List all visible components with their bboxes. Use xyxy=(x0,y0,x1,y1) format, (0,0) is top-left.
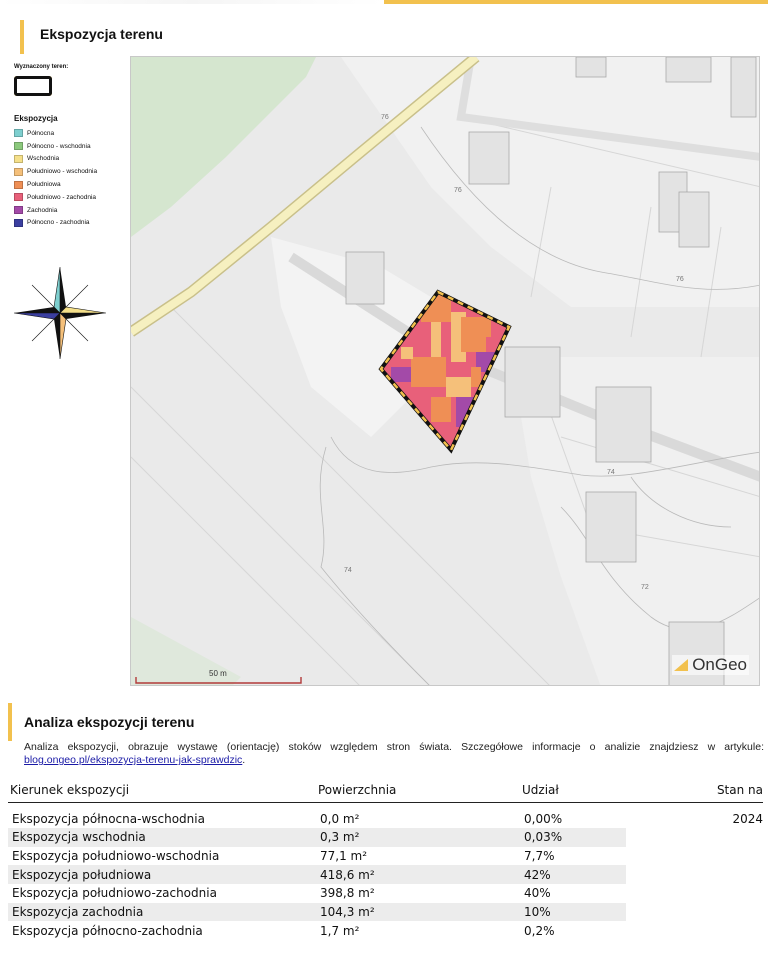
cell-share: 0,00% xyxy=(524,812,563,827)
cell-date xyxy=(626,865,763,884)
table-row: Ekspozycja wschodnia 0,3 m² 0,03% xyxy=(8,828,763,847)
cell-share: 10% xyxy=(520,902,626,922)
table-row: Ekspozycja północna-wschodnia 0,0 m² 0,0… xyxy=(8,802,763,828)
legend-swatch xyxy=(14,206,23,215)
legend-title: Ekspozycja xyxy=(14,114,58,123)
section-description: Analiza ekspozycji, obrazuje wystawę (or… xyxy=(24,741,764,767)
legend-list: Północna Północno - wschodnia Wschodnia … xyxy=(14,127,124,229)
top-rule xyxy=(0,0,768,4)
legend-item: Północno - zachodnia xyxy=(14,217,124,230)
cell-share: 7,7% xyxy=(524,849,555,864)
column-header-date: Stan na xyxy=(626,778,763,803)
cell-date xyxy=(626,921,763,940)
cell-area: 0,3 m² xyxy=(316,828,520,847)
legend-item: Północna xyxy=(14,127,124,140)
table-row: Ekspozycja południowa 418,6 m² 42% xyxy=(8,865,763,885)
cell-share: 40% xyxy=(524,886,551,901)
legend-item-label: Południowo - zachodnia xyxy=(27,193,97,201)
table-header-row: Kierunek ekspozycji Powierzchnia Udział … xyxy=(8,778,763,803)
legend-item: Południowa xyxy=(14,178,124,191)
cell-area: 398,8 m² xyxy=(320,886,375,901)
column-header-area: Powierzchnia xyxy=(316,778,520,803)
exposure-map[interactable]: 76 76 76 74 74 72 50 m OnGeo xyxy=(130,56,760,686)
description-text: Analiza ekspozycji, obrazuje wystawę (or… xyxy=(24,741,764,753)
cell-area: 0,0 m² xyxy=(320,812,360,827)
cell-date xyxy=(626,847,763,866)
page-title: Ekspozycja terenu xyxy=(40,26,163,42)
legend-item: Wschodnia xyxy=(14,153,124,166)
cell-date xyxy=(626,903,763,922)
cell-date xyxy=(626,884,763,903)
column-header-direction: Kierunek ekspozycji xyxy=(8,778,316,803)
table-row: Ekspozycja zachodnia 104,3 m² 10% xyxy=(8,902,763,922)
area-legend-label: Wyznaczony teren: xyxy=(14,64,69,70)
legend-swatch xyxy=(14,154,23,163)
cell-direction: Ekspozycja południowa xyxy=(8,865,316,885)
legend-item-label: Południowa xyxy=(27,181,61,189)
legend-item: Północno - wschodnia xyxy=(14,140,124,153)
cell-area: 104,3 m² xyxy=(316,902,520,922)
title-accent-bar xyxy=(20,20,24,54)
legend-item-label: Zachodnia xyxy=(27,206,58,214)
road-label: 76 xyxy=(454,187,462,194)
cell-area: 77,1 m² xyxy=(320,849,368,864)
cell-direction: Ekspozycja zachodnia xyxy=(8,902,316,922)
cell-share: 42% xyxy=(520,865,626,885)
road-label: 76 xyxy=(676,276,684,283)
selected-area-symbol-icon xyxy=(14,76,52,96)
legend-item-label: Południowo - wschodnia xyxy=(27,168,98,176)
legend-swatch xyxy=(14,218,23,227)
legend-item-label: Wschodnia xyxy=(27,155,60,163)
exposure-table: Kierunek ekspozycji Powierzchnia Udział … xyxy=(8,778,763,940)
cell-direction: Ekspozycja północno-zachodnia xyxy=(12,923,203,938)
column-header-share: Udział xyxy=(520,778,626,803)
cell-direction: Ekspozycja południowo-wschodnia xyxy=(12,849,220,864)
article-link[interactable]: blog.ongeo.pl/ekspozycja-terenu-jak-spra… xyxy=(24,754,242,766)
map-canvas: 76 76 76 74 74 72 xyxy=(131,57,759,685)
cell-direction: Ekspozycja wschodnia xyxy=(8,828,316,847)
legend-item: Południowo - zachodnia xyxy=(14,191,124,204)
legend-item-label: Północna xyxy=(27,129,55,137)
cell-area: 418,6 m² xyxy=(316,865,520,885)
road-label: 74 xyxy=(344,567,352,574)
cell-share: 0,03% xyxy=(520,828,626,847)
legend-swatch xyxy=(14,193,23,202)
scale-label: 50 m xyxy=(209,669,227,678)
cell-date xyxy=(626,828,763,847)
cell-direction: Ekspozycja północna-wschodnia xyxy=(12,812,205,827)
road-label: 72 xyxy=(641,584,649,591)
cell-date: 2024 xyxy=(732,812,763,827)
map-legend: Wyznaczony teren: Ekspozycja Północna Pó… xyxy=(14,64,124,229)
legend-item-label: Północno - zachodnia xyxy=(27,219,90,227)
logo-text: OnGeo xyxy=(692,655,747,674)
legend-item: Południowo - wschodnia xyxy=(14,165,124,178)
legend-item: Zachodnia xyxy=(14,204,124,217)
legend-swatch xyxy=(14,167,23,176)
section-title: Analiza ekspozycji terenu xyxy=(24,714,195,730)
ongeo-logo: OnGeo xyxy=(672,655,749,675)
description-end: . xyxy=(242,754,246,766)
ongeo-logo-icon xyxy=(674,659,689,671)
legend-swatch xyxy=(14,180,23,189)
cell-share: 0,2% xyxy=(524,923,555,938)
road-label: 76 xyxy=(381,114,389,121)
table-row: Ekspozycja południowo-zachodnia 398,8 m²… xyxy=(8,884,763,903)
cell-area: 1,7 m² xyxy=(320,923,360,938)
legend-swatch xyxy=(14,129,23,138)
legend-item-label: Północno - wschodnia xyxy=(27,142,91,150)
table-row: Ekspozycja północno-zachodnia 1,7 m² 0,2… xyxy=(8,921,763,940)
compass-rose-icon xyxy=(14,266,106,360)
legend-swatch xyxy=(14,142,23,151)
road-label: 74 xyxy=(607,469,615,476)
table-row: Ekspozycja południowo-wschodnia 77,1 m² … xyxy=(8,847,763,866)
cell-direction: Ekspozycja południowo-zachodnia xyxy=(12,886,217,901)
section-accent-bar xyxy=(8,703,12,741)
